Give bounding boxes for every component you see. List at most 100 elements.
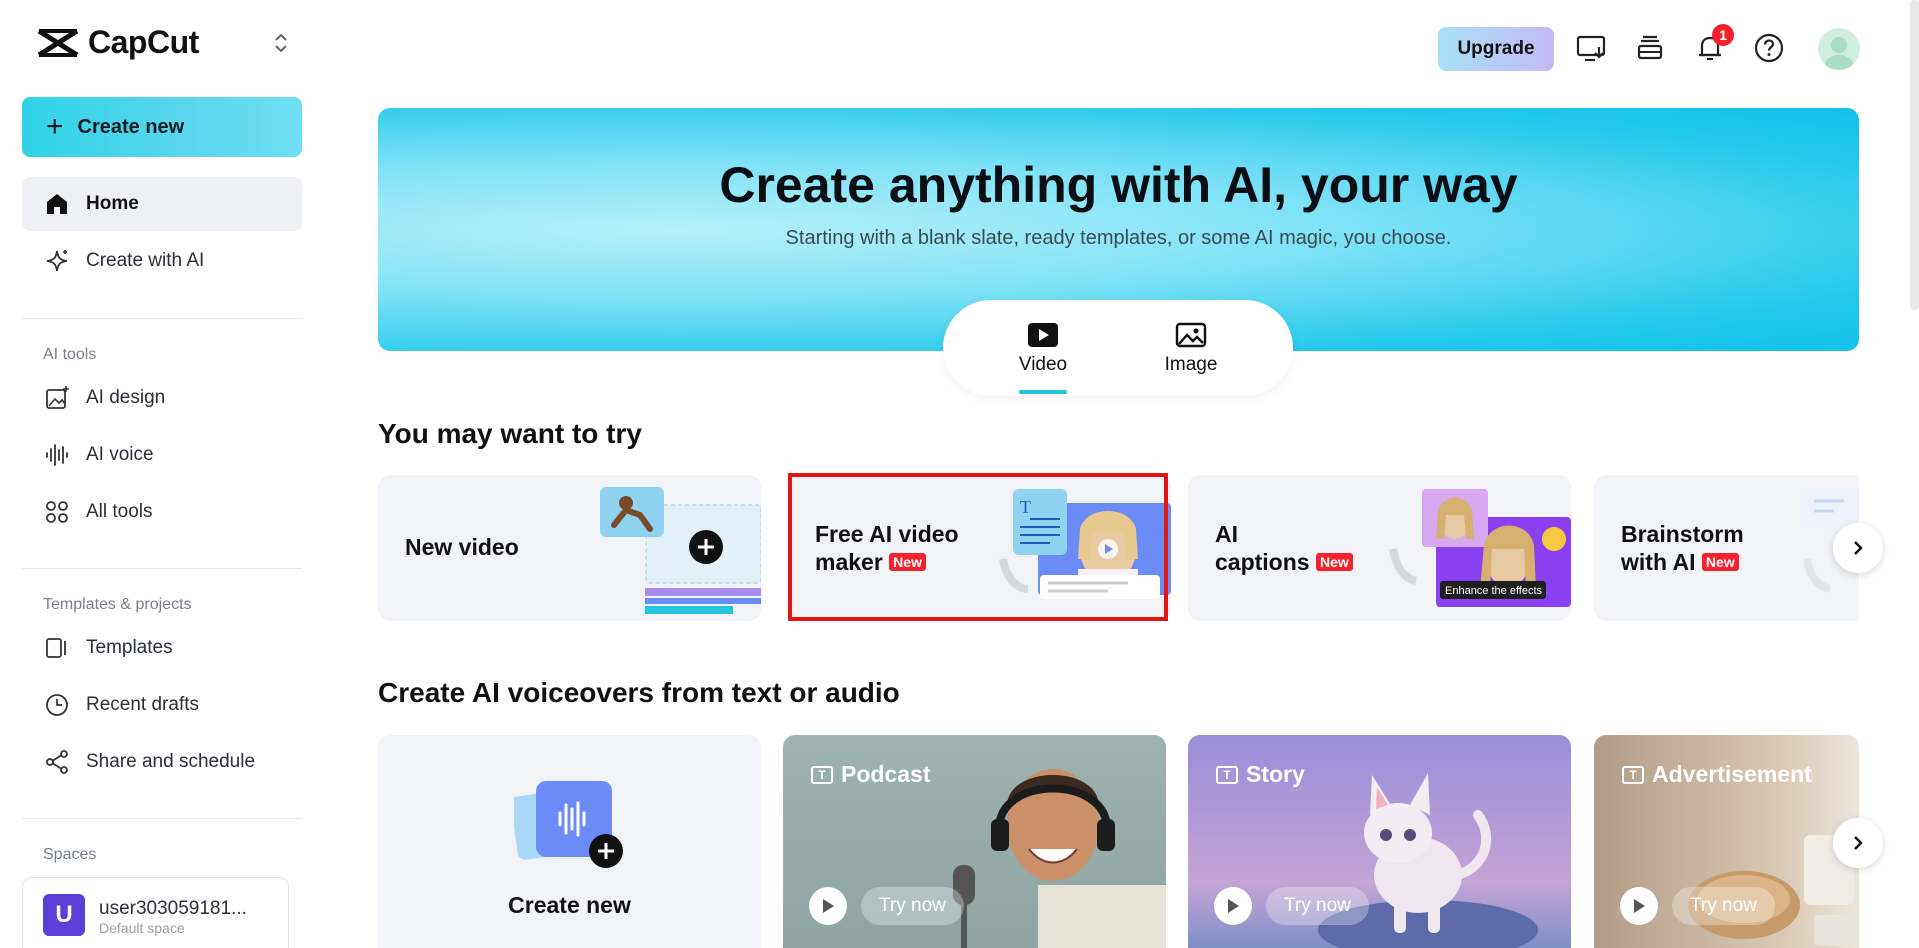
ai-tools-heading: AI tools [43, 346, 97, 363]
try-section-title: You may want to try [378, 418, 642, 449]
chevron-right-icon [1854, 836, 1863, 850]
space-avatar: U [43, 894, 85, 936]
play-button[interactable] [1214, 887, 1252, 925]
notification-badge: 1 [1712, 24, 1734, 46]
video-icon [1028, 323, 1058, 347]
sidebar-divider [22, 818, 302, 819]
new-badge: New [889, 553, 926, 571]
sidebar-item-recent-drafts[interactable]: Recent drafts [22, 678, 302, 732]
text-icon: T [1216, 765, 1238, 784]
user-avatar[interactable] [1818, 28, 1860, 70]
card-title: New video [405, 534, 519, 560]
sidebar-item-templates[interactable]: Templates [22, 621, 302, 675]
voice-card-label: Podcast [841, 761, 931, 787]
voice-card-label: Advertisement [1652, 761, 1812, 787]
home-icon [44, 191, 70, 217]
card-title: Brainstorm with AI New [1621, 520, 1744, 576]
grid-icon [44, 499, 70, 525]
sidebar-item-all-tools[interactable]: All tools [22, 485, 302, 539]
voice-card-actions: Try now [1214, 887, 1369, 925]
template-icon [44, 635, 70, 661]
play-button[interactable] [1620, 887, 1658, 925]
card-title-line1: Brainstorm [1621, 521, 1744, 547]
voice-next-button[interactable] [1833, 818, 1883, 868]
sidebar-item-create-with-ai[interactable]: Create with AI [22, 234, 302, 288]
space-subtitle: Default space [99, 920, 185, 936]
card-title: Free AI video maker New [815, 520, 959, 576]
new-video-illustration [600, 487, 761, 614]
sidebar-item-label: AI design [86, 387, 166, 408]
clock-icon [44, 692, 70, 718]
page-scrollbar[interactable] [1910, 0, 1919, 310]
ai-video-maker-illustration: T [999, 489, 1171, 599]
card-title-line2: maker [815, 549, 883, 575]
sidebar-item-label: All tools [86, 501, 153, 522]
stack-icon[interactable] [1632, 30, 1668, 66]
create-new-label: Create new [77, 115, 185, 138]
plus-icon: + [46, 110, 64, 143]
voice-create-icon [514, 781, 623, 868]
sidebar-item-share-and-schedule[interactable]: Share and schedule [22, 735, 302, 789]
voice-card-actions: Try now [1620, 887, 1775, 925]
sidebar-divider [22, 318, 302, 319]
download-desktop-icon[interactable] [1573, 30, 1609, 66]
try-next-button[interactable] [1833, 523, 1883, 573]
sidebar-item-label: Recent drafts [86, 694, 199, 715]
play-button[interactable] [809, 887, 847, 925]
card-title-line1: Free AI video [815, 521, 959, 547]
chevron-right-icon [1854, 541, 1863, 555]
tab-image[interactable]: Image [1141, 322, 1241, 376]
new-badge: New [1315, 553, 1353, 571]
space-name: user303059181... [99, 898, 247, 919]
svg-text:T: T [1020, 497, 1031, 517]
ai-captions-illustration: Enhance the effects [1389, 489, 1571, 607]
sidebar-item-home[interactable]: Home [22, 177, 302, 231]
voice-create-new-card[interactable]: Create new [378, 735, 761, 948]
voice-card-header: T Story [1216, 761, 1305, 788]
sidebar-item-label: Share and schedule [86, 751, 256, 772]
sparkle-icon [44, 248, 70, 274]
text-icon: T [811, 765, 833, 784]
upgrade-button[interactable]: Upgrade [1438, 27, 1554, 71]
workspace-switch-icon[interactable] [268, 30, 294, 56]
voice-card-podcast[interactable]: T Podcast Try now [783, 735, 1166, 948]
space-switcher[interactable]: U user303059181... Default space [22, 877, 289, 948]
sidebar: CapCut + Create new Home Create with AI … [0, 0, 310, 948]
sidebar-divider [22, 568, 302, 569]
card-brainstorm-with-ai[interactable]: Brainstorm with AI New [1594, 475, 1859, 621]
sidebar-item-label: Create with AI [86, 250, 205, 271]
capcut-logo-icon [37, 28, 79, 57]
sidebar-item-label: Templates [86, 637, 173, 658]
tab-video[interactable]: Video [993, 322, 1093, 376]
try-now-button[interactable]: Try now [861, 887, 964, 925]
share-icon [44, 749, 70, 775]
text-icon: T [1622, 765, 1644, 784]
try-now-button[interactable]: Try now [1672, 887, 1775, 925]
card-title: AI captions New [1215, 520, 1353, 576]
tab-label: Image [1164, 354, 1218, 375]
space-info: user303059181... Default space [99, 894, 247, 936]
play-icon [1228, 899, 1239, 913]
brand-name: CapCut [88, 24, 199, 60]
voice-card-story[interactable]: T Story Try now [1188, 735, 1571, 948]
card-new-video[interactable]: New video [378, 475, 761, 621]
card-title-line1: AI [1215, 521, 1238, 547]
try-now-button[interactable]: Try now [1266, 887, 1369, 925]
capcut-app: CapCut + Create new Home Create with AI … [0, 0, 1919, 948]
card-free-ai-video-maker[interactable]: Free AI video maker New T [788, 475, 1171, 621]
podcast-host-image [953, 769, 1166, 948]
hero-title: Create anything with AI, your way [719, 157, 1518, 213]
voice-card-advertisement[interactable]: T Advertisement Try now [1594, 735, 1859, 948]
templates-heading: Templates & projects [43, 596, 192, 613]
capcut-logo[interactable]: CapCut [36, 24, 199, 61]
voice-card-label: Story [1246, 761, 1305, 787]
help-icon[interactable] [1751, 30, 1787, 66]
play-icon [823, 899, 834, 913]
sidebar-item-ai-voice[interactable]: AI voice [22, 428, 302, 482]
tab-label: Video [1018, 354, 1068, 375]
voice-card-actions: Try now [809, 887, 964, 925]
image-icon [1175, 322, 1207, 348]
card-ai-captions[interactable]: AI captions New Enhance the effects [1188, 475, 1571, 621]
sidebar-item-ai-design[interactable]: AI design [22, 371, 302, 425]
create-new-button[interactable]: + Create new [22, 97, 302, 157]
